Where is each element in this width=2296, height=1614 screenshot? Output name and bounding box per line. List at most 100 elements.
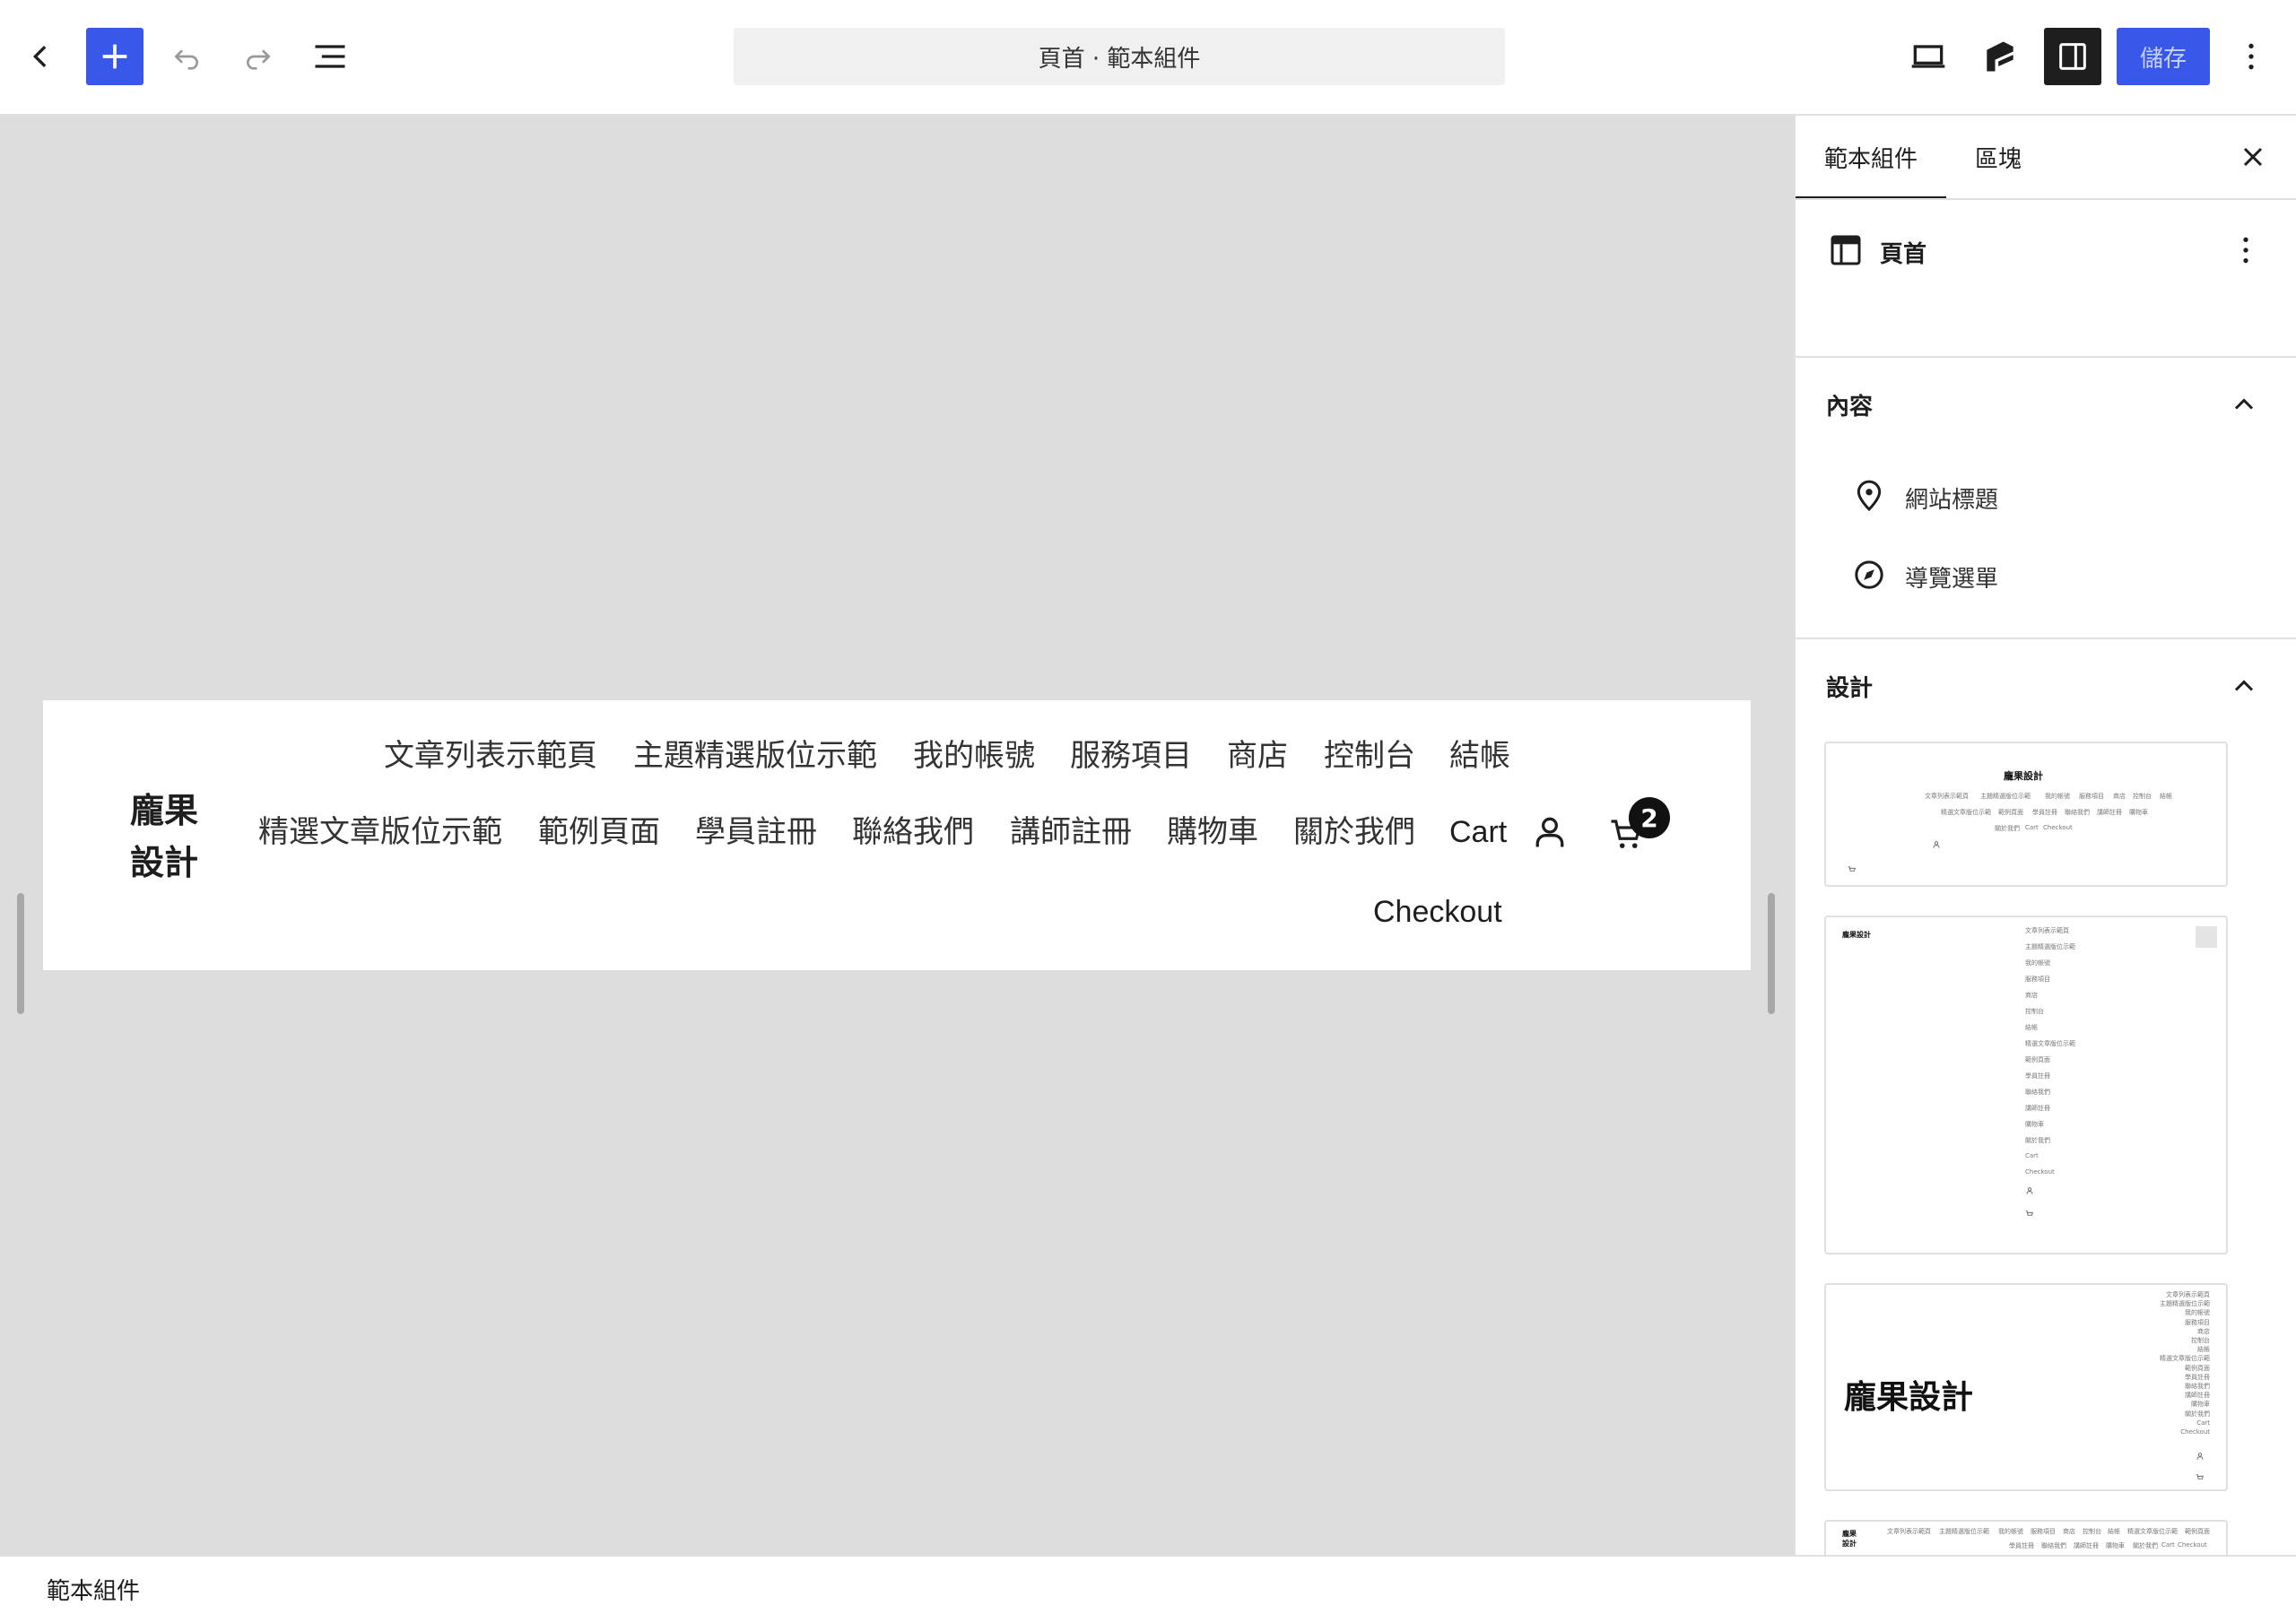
preview-nav-item: Cart	[2196, 1419, 2210, 1427]
design-section-title[interactable]: 設計	[1826, 670, 1873, 703]
settings-sidebar-toggle[interactable]	[2044, 28, 2101, 85]
options-menu-button[interactable]	[2222, 28, 2280, 85]
nav-item[interactable]: 商店	[1227, 736, 1288, 776]
preview-nav-item: 學員註冊	[2032, 809, 2057, 816]
list-view-icon	[315, 45, 345, 68]
section-divider	[1796, 356, 2296, 358]
editor-canvas: 龐果設計 文章列表示範頁 主題精選版位示範 我的帳號 服務項目 商店 控制台 結…	[0, 117, 1794, 1555]
map-marker-icon	[1857, 480, 1882, 512]
resize-handle-right[interactable]	[1768, 893, 1775, 1014]
preview-nav-item: 結帳	[2025, 1024, 2038, 1031]
preview-nav-item: 結帳	[2160, 793, 2172, 800]
preview-nav-item: 服務項目	[2031, 1528, 2056, 1535]
breadcrumb[interactable]: 範本組件	[47, 1573, 140, 1606]
more-vertical-icon[interactable]	[2228, 232, 2264, 268]
account-icon	[1933, 841, 1940, 848]
nav-item[interactable]: 控制台	[1324, 736, 1415, 776]
preview-nav-item: 主題精選版位示範	[1980, 793, 2031, 800]
preview-site-title: 龐果設計	[2004, 770, 2043, 782]
account-icon	[2196, 1453, 2204, 1460]
redo-icon	[247, 49, 271, 70]
tab-block[interactable]: 區塊	[1975, 141, 2022, 174]
undo-button[interactable]	[158, 28, 215, 85]
preview-nav-item: Checkout	[2180, 1428, 2210, 1436]
preview-nav-item: 我的帳號	[2025, 959, 2050, 967]
chevron-up-icon[interactable]	[2228, 670, 2260, 702]
device-preview-button[interactable]	[1900, 28, 1957, 85]
preview-nav-item: 商店	[2025, 992, 2038, 999]
preview-nav-item: 講師註冊	[2185, 1392, 2210, 1400]
preview-nav-list: 文章列表示範頁 主題精選版位示範 我的帳號 服務項目 商店 控制台 結帳 精選文…	[2120, 1290, 2210, 1436]
content-item-navigation[interactable]: 導覽選單	[1905, 560, 1998, 594]
preview-nav-item: 結帳	[2197, 1346, 2210, 1354]
template-part-header-icon	[1831, 235, 1861, 265]
nav-item[interactable]: 範例頁面	[538, 812, 660, 852]
resize-handle-left[interactable]	[17, 893, 24, 1014]
content-section-title[interactable]: 內容	[1826, 388, 1873, 421]
nav-item[interactable]: 結帳	[1449, 736, 1510, 776]
nav-item[interactable]: 主題精選版位示範	[633, 736, 877, 776]
design-pattern-preview[interactable]: 龐果設計 文章列表示範頁 主題精選版位示範 我的帳號 服務項目 商店 控制台 結…	[1824, 915, 2228, 1254]
preview-nav-item: 結帳	[2108, 1528, 2120, 1535]
nav-item[interactable]: 我的帳號	[913, 736, 1035, 776]
nav-item[interactable]: 講師註冊	[1010, 812, 1132, 852]
nav-item[interactable]: 文章列表示範頁	[384, 736, 597, 776]
preview-nav-item: 聯絡我們	[2041, 1542, 2066, 1549]
preview-nav-item: 主題精選版位示範	[1939, 1528, 1989, 1535]
document-title: 頁首 · 範本組件	[1038, 45, 1201, 73]
preview-nav-item: 範例頁面	[2185, 1528, 2210, 1535]
document-title-bar[interactable]: 頁首 · 範本組件	[734, 28, 1505, 85]
preview-nav-item: 購物車	[2191, 1401, 2210, 1409]
chevron-left-icon	[32, 45, 47, 68]
tabs-divider	[1796, 198, 2296, 200]
preview-nav-item: 購物車	[2129, 809, 2148, 816]
nav-item[interactable]: 購物車	[1167, 812, 1258, 852]
redo-button[interactable]	[230, 28, 287, 85]
site-title[interactable]: 龐果設計	[130, 785, 220, 889]
preview-nav-item: 文章列表示範頁	[1925, 793, 1969, 800]
preview-nav-item: 我的帳號	[2185, 1309, 2210, 1317]
design-pattern-preview[interactable]: 龐果設計 文章列表示範頁 主題精選版位示範 我的帳號 服務項目 商店 控制台 結…	[1824, 1283, 2228, 1491]
preview-nav-item: 服務項目	[2079, 793, 2104, 800]
tab-template-part[interactable]: 範本組件	[1824, 141, 1918, 174]
preview-nav-item: Cart	[2161, 1541, 2175, 1549]
preview-nav-item: 服務項目	[2185, 1318, 2210, 1326]
preview-nav-item: 聯絡我們	[2185, 1383, 2210, 1391]
preview-nav-item: Cart	[2025, 824, 2039, 831]
preview-nav-item: 關於我們	[1995, 825, 2020, 832]
sidebar-icon	[2059, 43, 2086, 70]
undo-icon	[174, 49, 198, 70]
preview-nav-item: 範例頁面	[1998, 809, 2023, 816]
plugin-logo-icon	[1987, 41, 2013, 72]
back-button[interactable]	[13, 28, 70, 85]
nav-item-checkout[interactable]: Checkout	[1373, 892, 1502, 932]
preview-nav-item: 我的帳號	[2045, 793, 2070, 800]
save-button[interactable]: 儲存	[2117, 28, 2210, 85]
content-item-site-title[interactable]: 網站標題	[1905, 482, 1998, 515]
nav-item-cart[interactable]: Cart	[1449, 812, 1507, 852]
preview-nav-item: 關於我們	[2025, 1137, 2050, 1144]
preview-nav-item: 精選文章版位示範	[2025, 1040, 2075, 1047]
chevron-up-icon[interactable]	[2228, 388, 2260, 421]
plugin-button[interactable]	[1971, 28, 2029, 85]
cart-count-badge: 2	[1629, 797, 1670, 838]
section-divider	[1796, 638, 2296, 639]
nav-item[interactable]: 關於我們	[1293, 812, 1415, 852]
preview-nav-item: 精選文章版位示範	[2160, 1355, 2210, 1363]
document-overview-button[interactable]	[301, 28, 359, 85]
header-template-part[interactable]: 龐果設計 文章列表示範頁 主題精選版位示範 我的帳號 服務項目 商店 控制台 結…	[43, 700, 1751, 970]
design-pattern-preview[interactable]: 龐果設計 文章列表示範頁 主題精選版位示範 我的帳號 服務項目 商店 控制台 結…	[1824, 742, 2228, 887]
nav-item[interactable]: 聯絡我們	[852, 812, 974, 852]
add-block-button[interactable]	[86, 28, 144, 85]
nav-item[interactable]: 精選文章版位示範	[258, 812, 502, 852]
design-pattern-preview[interactable]: 龐果設計 文章列表示範頁 主題精選版位示範 我的帳號 服務項目 商店 控制台 結…	[1824, 1520, 2228, 1555]
nav-item[interactable]: 學員註冊	[695, 812, 817, 852]
cart-icon	[1848, 866, 1856, 872]
preview-nav-item: 學員註冊	[2185, 1373, 2210, 1381]
editor-toolbar: 頁首 · 範本組件 儲存	[0, 0, 2296, 116]
nav-item[interactable]: 服務項目	[1070, 736, 1192, 776]
close-icon[interactable]	[2237, 141, 2269, 173]
preview-nav-item: 控制台	[2133, 793, 2152, 800]
account-icon[interactable]	[1530, 812, 1570, 852]
preview-nav-item: 控制台	[2083, 1528, 2101, 1535]
